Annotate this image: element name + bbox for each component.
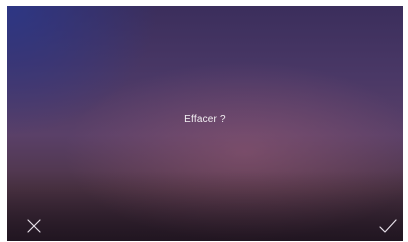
- background-shade: [7, 171, 403, 241]
- confirm-delete-screen: Effacer ?: [7, 6, 403, 241]
- confirm-prompt: Effacer ?: [184, 114, 226, 125]
- cancel-button[interactable]: [25, 217, 45, 237]
- confirm-button[interactable]: [378, 217, 398, 237]
- check-icon: [379, 219, 397, 233]
- close-icon: [27, 219, 41, 233]
